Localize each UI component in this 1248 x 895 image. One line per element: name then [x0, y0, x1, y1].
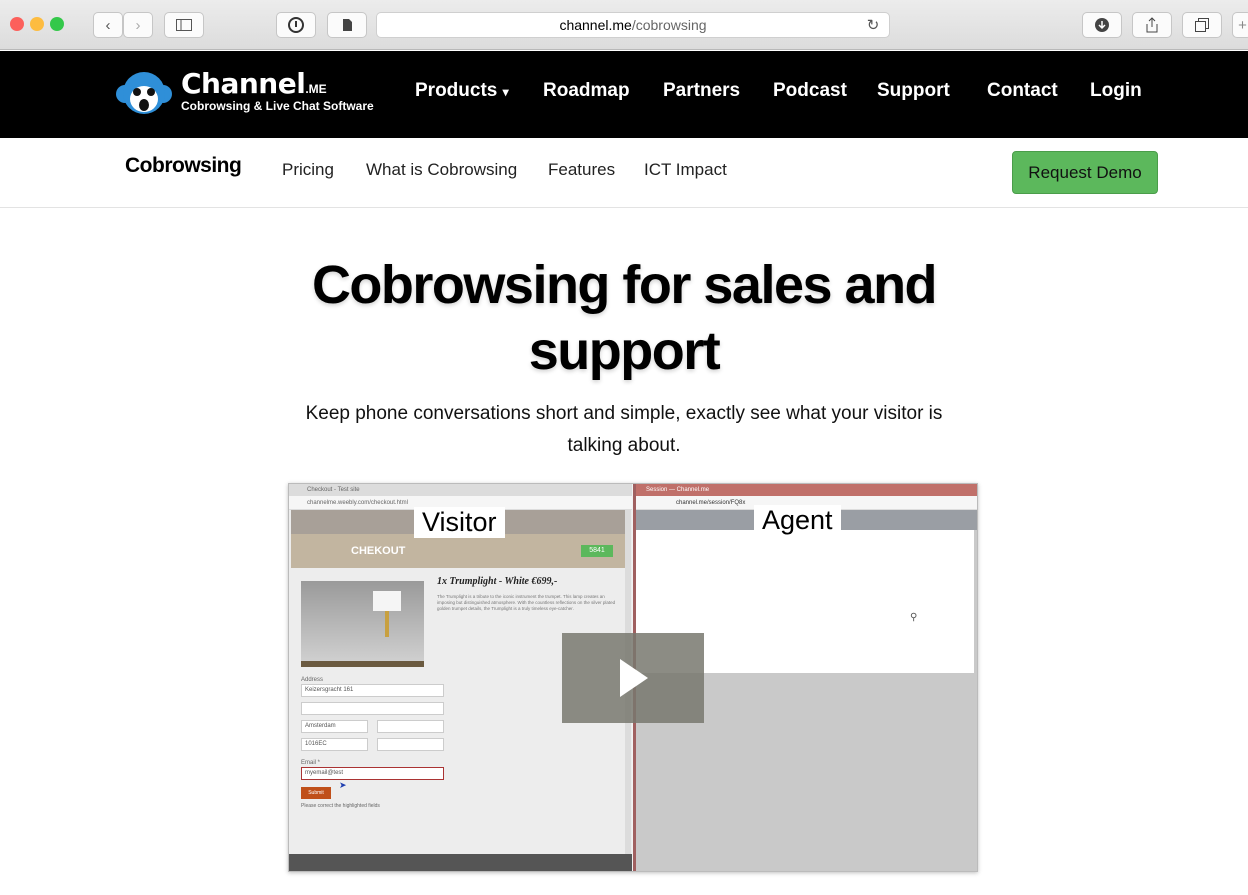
hero-title: Cobrowsing for sales and support: [311, 255, 938, 381]
agent-url: channel.me/session/FQ8x: [676, 500, 746, 506]
reload-button[interactable]: ↻: [860, 12, 886, 38]
zoom-window-button[interactable]: [50, 17, 64, 31]
zip-field[interactable]: 1016EC: [301, 738, 368, 751]
address-line2-field[interactable]: [301, 702, 444, 715]
visitor-tab-title: Checkout - Test site: [307, 487, 360, 493]
agent-caption: Agent: [754, 505, 841, 536]
nav-podcast[interactable]: Podcast: [773, 80, 847, 102]
password-button[interactable]: [276, 12, 316, 38]
agent-cursor-icon: ⚲: [910, 612, 918, 623]
logo-tagline: Cobrowsing & Live Chat Software: [181, 99, 374, 113]
logo-suffix: .ME: [305, 82, 327, 96]
nav-products[interactable]: Products ▾: [415, 80, 509, 102]
subnav-what-is-cobrowsing[interactable]: What is Cobrowsing: [366, 160, 517, 180]
address-label: Address: [301, 677, 324, 683]
nav-products-label: Products: [415, 80, 498, 101]
evernote-icon: [343, 19, 352, 31]
visitor-url: channelme.weebly.com/checkout.html: [307, 500, 408, 506]
nav-support[interactable]: Support: [877, 80, 950, 102]
share-button[interactable]: [1132, 12, 1172, 38]
back-button[interactable]: ‹: [93, 12, 123, 38]
agent-tab-title: Session — Channel.me: [646, 487, 710, 493]
visitor-caption: Visitor: [414, 507, 505, 538]
url-host: channel.me: [559, 17, 632, 33]
sidebar-icon: [176, 19, 192, 31]
forward-button[interactable]: ›: [123, 12, 153, 38]
password-icon: [288, 17, 304, 33]
product-title: 1x Trumplight - White €699,-: [437, 576, 558, 587]
nav-roadmap[interactable]: Roadmap: [543, 80, 630, 102]
tabs-button[interactable]: [1182, 12, 1222, 38]
city-field[interactable]: Amsterdam: [301, 720, 368, 733]
downloads-button[interactable]: [1082, 12, 1122, 38]
nav-login[interactable]: Login: [1090, 80, 1142, 102]
new-tab-button[interactable]: +: [1232, 12, 1248, 38]
cursor-icon: ➤: [339, 780, 347, 790]
hero-subtitle: Keep phone conversations short and simpl…: [305, 403, 943, 456]
play-button[interactable]: [562, 633, 704, 723]
share-icon: [1146, 17, 1158, 33]
chevron-right-icon: ›: [135, 16, 141, 34]
visitor-footer: [289, 854, 632, 871]
nav-contact[interactable]: Contact: [987, 80, 1058, 102]
plus-icon: +: [1238, 16, 1247, 34]
email-field[interactable]: myemail@test: [301, 767, 444, 780]
evernote-button[interactable]: [327, 12, 367, 38]
download-icon: [1095, 18, 1109, 32]
form-error-text: Please correct the highlighted fields: [301, 803, 380, 809]
tabs-icon: [1195, 18, 1209, 32]
country-field[interactable]: [377, 738, 444, 751]
checkout-badge: 5841: [581, 545, 613, 557]
nav-partners[interactable]: Partners: [663, 80, 740, 102]
address-bar[interactable]: channel.me/cobrowsing: [376, 12, 890, 38]
chevron-left-icon: ‹: [105, 16, 111, 34]
product-image: [301, 581, 424, 667]
browser-toolbar: ‹ › channel.me/cobrowsing ↻ +: [0, 0, 1248, 50]
play-icon: [620, 659, 648, 697]
url-path: /cobrowsing: [631, 17, 707, 33]
checkout-title: CHEKOUT: [351, 545, 406, 557]
subnav-pricing[interactable]: Pricing: [282, 160, 334, 180]
logo-wordmark[interactable]: Channel.ME Cobrowsing & Live Chat Softwa…: [181, 67, 374, 114]
request-demo-button[interactable]: Request Demo: [1012, 151, 1158, 194]
email-label: Email *: [301, 760, 321, 766]
product-description: The Trumplight is a tribute to the iconi…: [437, 594, 616, 611]
subnav-brand[interactable]: Cobrowsing: [125, 154, 242, 178]
logo-name: Channel: [181, 67, 306, 100]
checkout-banner: [291, 534, 625, 568]
address-line1-field[interactable]: Keizersgracht 161: [301, 684, 444, 697]
monkey-logo-icon[interactable]: [116, 68, 172, 118]
close-window-button[interactable]: [10, 17, 24, 31]
reload-icon: ↻: [866, 17, 880, 34]
subnav-ict-impact[interactable]: ICT Impact: [644, 160, 727, 180]
minimize-window-button[interactable]: [30, 17, 44, 31]
sidebar-button[interactable]: [164, 12, 204, 38]
mini-submit-button[interactable]: Submit: [301, 787, 331, 799]
subnav-features[interactable]: Features: [548, 160, 615, 180]
state-field[interactable]: [377, 720, 444, 733]
caret-down-icon: ▾: [502, 85, 509, 99]
